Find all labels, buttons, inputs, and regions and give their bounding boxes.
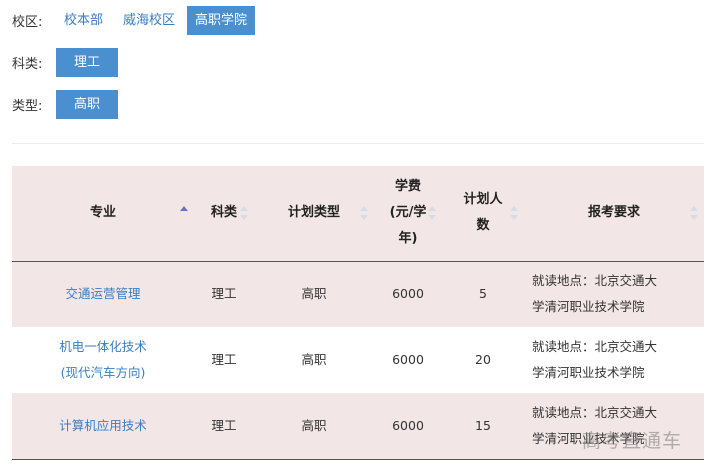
campus-option-weihai[interactable]: 威海校区	[115, 6, 183, 35]
col-header-subject[interactable]: 科类	[194, 166, 254, 262]
type-filter: 类型: 高职	[12, 90, 119, 119]
sort-icon[interactable]	[428, 206, 436, 221]
cell-subject: 理工	[211, 352, 237, 367]
cell-tuition: 6000	[392, 352, 424, 367]
cell-plan-count: 5	[479, 286, 487, 302]
subject-filter: 科类: 理工	[12, 48, 119, 77]
col-header-requirements[interactable]: 报考要求	[524, 166, 704, 262]
sort-icon[interactable]	[360, 206, 368, 221]
sort-icon[interactable]	[510, 206, 518, 221]
cell-subject: 理工	[211, 286, 237, 302]
col-header-plan-type[interactable]: 计划类型	[254, 166, 374, 262]
cell-plan-type: 高职	[301, 417, 327, 433]
sort-icon[interactable]	[240, 206, 248, 221]
cell-plan-type: 高职	[301, 352, 327, 367]
campus-option-main[interactable]: 校本部	[56, 6, 111, 35]
cell-plan-type: 高职	[301, 286, 327, 302]
table-header-row: 专业 科类 计划类型 学费 (元/学 年) 计划人 数 报考要求	[12, 166, 704, 262]
col-header-tuition[interactable]: 学费 (元/学 年)	[374, 166, 442, 262]
cell-requirements: 就读地点：北京交通大 学清河职业技术学院	[532, 339, 658, 380]
cell-requirements: 就读地点：北京交通大 学清河职业技术学院	[532, 273, 658, 315]
type-option-vocational[interactable]: 高职	[56, 90, 119, 119]
col-header-plan-count[interactable]: 计划人 数	[442, 166, 524, 262]
cell-major[interactable]: 计算机应用技术	[12, 393, 194, 459]
sort-asc-icon[interactable]	[180, 206, 188, 220]
enrollment-plan-table: 专业 科类 计划类型 学费 (元/学 年) 计划人 数 报考要求 交通运营管理 …	[12, 166, 704, 460]
cell-plan-count: 20	[475, 352, 491, 367]
table-row: 机电一体化技术 (现代汽车方向) 理工 高职 6000 20 就读地点：北京交通…	[12, 327, 704, 393]
divider	[12, 143, 704, 144]
subject-option-science[interactable]: 理工	[56, 48, 119, 77]
campus-filter: 校区: 校本部 威海校区 高职学院	[12, 6, 259, 35]
campus-filter-label: 校区:	[12, 15, 43, 30]
cell-subject: 理工	[211, 417, 237, 433]
sort-icon[interactable]	[690, 206, 698, 221]
cell-plan-count: 15	[475, 417, 491, 433]
cell-tuition: 6000	[392, 286, 424, 302]
type-filter-label: 类型:	[12, 99, 43, 114]
watermark: 高考直通车	[582, 430, 683, 452]
subject-filter-label: 科类:	[12, 57, 43, 72]
col-header-major[interactable]: 专业	[12, 166, 194, 262]
cell-major[interactable]: 交通运营管理	[12, 261, 194, 327]
table-row: 交通运营管理 理工 高职 6000 5 就读地点：北京交通大 学清河职业技术学院	[12, 261, 704, 327]
cell-major[interactable]: 机电一体化技术 (现代汽车方向)	[12, 327, 194, 393]
campus-option-vocational[interactable]: 高职学院	[187, 6, 256, 35]
cell-tuition: 6000	[392, 417, 424, 433]
